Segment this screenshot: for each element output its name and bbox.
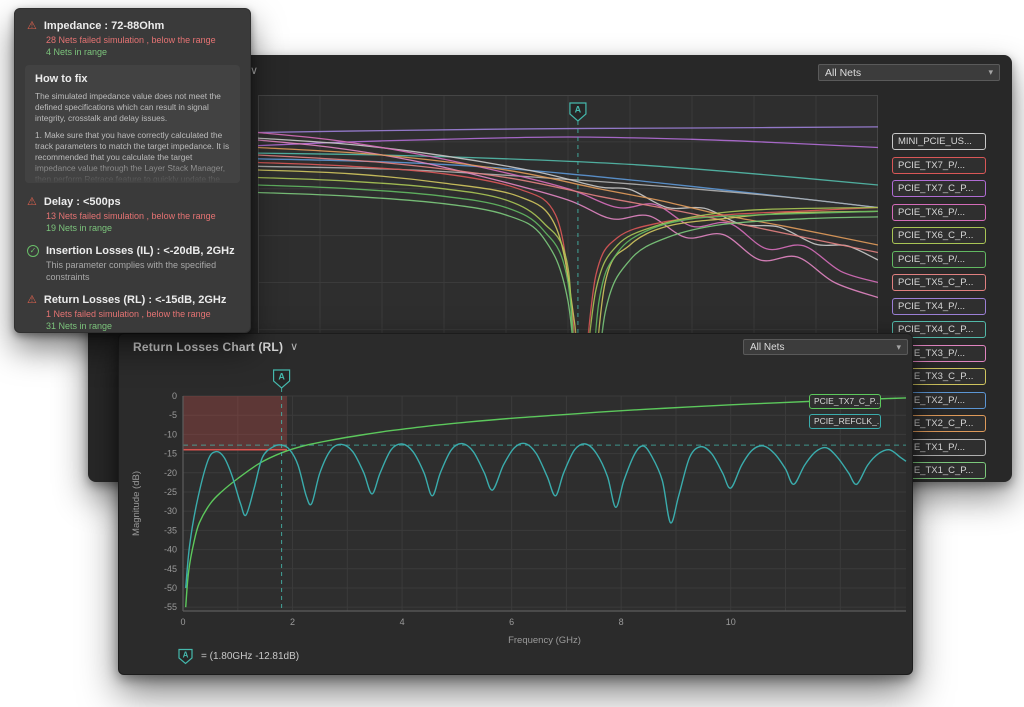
svg-text:A: A: [278, 372, 285, 382]
svg-text:8: 8: [619, 617, 624, 627]
rl-xlabel: Frequency (GHz): [508, 635, 581, 646]
svg-text:A: A: [575, 105, 582, 115]
return-losses-window: Return Losses Chart (RL) ∨ All Nets ▾ 0-…: [118, 333, 913, 675]
warning-icon: ⚠: [27, 295, 37, 306]
constraint-title: Return Losses (RL) : <-15dB, 2GHz: [44, 294, 226, 306]
how-to-fix-box: How to fix The simulated impedance value…: [25, 65, 240, 183]
constraint-section-insertion-losses: ✓ Insertion Losses (IL) : <-20dB, 2GHz T…: [15, 241, 250, 283]
legend-chip[interactable]: PCIE_TX6_P/...: [892, 204, 986, 221]
rl-plot-area: [183, 396, 906, 611]
svg-text:-15: -15: [164, 449, 177, 459]
constraint-title: Insertion Losses (IL) : <-20dB, 2GHz: [46, 245, 235, 257]
svg-text:-55: -55: [164, 602, 177, 612]
rl-legend: PCIE_TX7_C_P... PCIE_REFCLK_...: [809, 394, 881, 429]
impedance-nets-filter-dropdown[interactable]: All Nets ▾: [818, 64, 1000, 81]
svg-text:-30: -30: [164, 506, 177, 516]
legend-chip[interactable]: PCIE_TX4_P/...: [892, 298, 986, 315]
marker-a-badge-icon: A: [177, 648, 194, 665]
return-losses-title: Return Losses Chart (RL): [133, 340, 283, 354]
legend-chip[interactable]: MINI_PCIE_US...: [892, 133, 986, 150]
svg-text:-10: -10: [164, 429, 177, 439]
violation-region: [183, 396, 287, 450]
legend-chip[interactable]: PCIE_TX5_P/...: [892, 251, 986, 268]
svg-text:-20: -20: [164, 468, 177, 478]
svg-text:-25: -25: [164, 487, 177, 497]
marker-readout-text: = (1.80GHz -12.81dB): [201, 651, 299, 662]
svg-text:-5: -5: [169, 410, 177, 420]
constraint-failed-count: 1 Nets failed simulation , below the ran…: [15, 308, 250, 320]
svg-text:-35: -35: [164, 525, 177, 535]
constraint-failed-count: 13 Nets failed simulation , below the ra…: [15, 210, 250, 222]
svg-text:-40: -40: [164, 545, 177, 555]
warning-icon: ⚠: [27, 197, 37, 208]
constraint-note: This parameter complies with the specifi…: [15, 259, 250, 283]
constraint-passed-count: 4 Nets in range: [15, 46, 250, 58]
caret-down-icon: ▾: [988, 67, 993, 78]
svg-text:2: 2: [290, 617, 295, 627]
impedance-nets-filter-value: All Nets: [825, 67, 861, 79]
legend-chip[interactable]: PCIE_TX5_C_P...: [892, 274, 986, 291]
svg-text:-45: -45: [164, 564, 177, 574]
check-icon: ✓: [27, 245, 39, 257]
svg-text:A: A: [183, 651, 189, 660]
constraint-failed-count: 28 Nets failed simulation , below the ra…: [15, 34, 250, 46]
marker-readout: A = (1.80GHz -12.81dB): [177, 648, 299, 665]
how-to-fix-paragraph: 1. Make sure that you have correctly cal…: [35, 130, 230, 183]
legend-chip[interactable]: PCIE_TX6_C_P...: [892, 227, 986, 244]
rl-nets-filter-value: All Nets: [750, 342, 784, 353]
stage: ∨ All Nets ▾ A MINI_PCIE_US... PCIE_TX7_P…: [0, 0, 1024, 707]
warning-icon: ⚠: [27, 21, 37, 32]
svg-text:6: 6: [509, 617, 514, 627]
svg-text:-50: -50: [164, 583, 177, 593]
rl-nets-filter-dropdown[interactable]: All Nets ▾: [743, 339, 908, 355]
svg-text:4: 4: [400, 617, 405, 627]
constraint-section-delay: ⚠ Delay : <500ps 13 Nets failed simulati…: [15, 192, 250, 234]
how-to-fix-paragraph: The simulated impedance value does not m…: [35, 91, 230, 125]
constraint-section-return-losses: ⚠ Return Losses (RL) : <-15dB, 2GHz 1 Ne…: [15, 290, 250, 332]
caret-down-icon: ▾: [896, 342, 901, 353]
constraint-passed-count: 31 Nets in range: [15, 320, 250, 332]
legend-chip[interactable]: PCIE_REFCLK_...: [809, 414, 881, 429]
legend-chip[interactable]: PCIE_TX7_C_P...: [809, 394, 881, 409]
impedance-chart-collapse-chevron[interactable]: ∨: [250, 66, 258, 77]
svg-text:10: 10: [726, 617, 736, 627]
constraints-panel: ⚠ Impedance : 72-88Ohm 28 Nets failed si…: [14, 8, 251, 333]
constraint-passed-count: 19 Nets in range: [15, 222, 250, 234]
return-losses-collapse-chevron[interactable]: ∨: [290, 342, 298, 353]
return-losses-header: Return Losses Chart (RL) ∨: [133, 340, 298, 354]
rl-ylabel: Magnitude (dB): [131, 471, 142, 536]
legend-chip[interactable]: PCIE_TX7_P/...: [892, 157, 986, 174]
constraint-title: Delay : <500ps: [44, 196, 121, 208]
constraint-section-impedance: ⚠ Impedance : 72-88Ohm 28 Nets failed si…: [15, 16, 250, 58]
marker-badge[interactable]: A: [274, 370, 290, 388]
constraint-title: Impedance : 72-88Ohm: [44, 20, 164, 32]
svg-text:0: 0: [180, 617, 185, 627]
legend-chip[interactable]: PCIE_TX7_C_P...: [892, 180, 986, 197]
how-to-fix-title: How to fix: [35, 73, 230, 85]
svg-text:0: 0: [172, 391, 177, 401]
return-losses-chart: 0-5-10-15-20-25-30-35-40-45-50-550246810…: [119, 360, 913, 648]
